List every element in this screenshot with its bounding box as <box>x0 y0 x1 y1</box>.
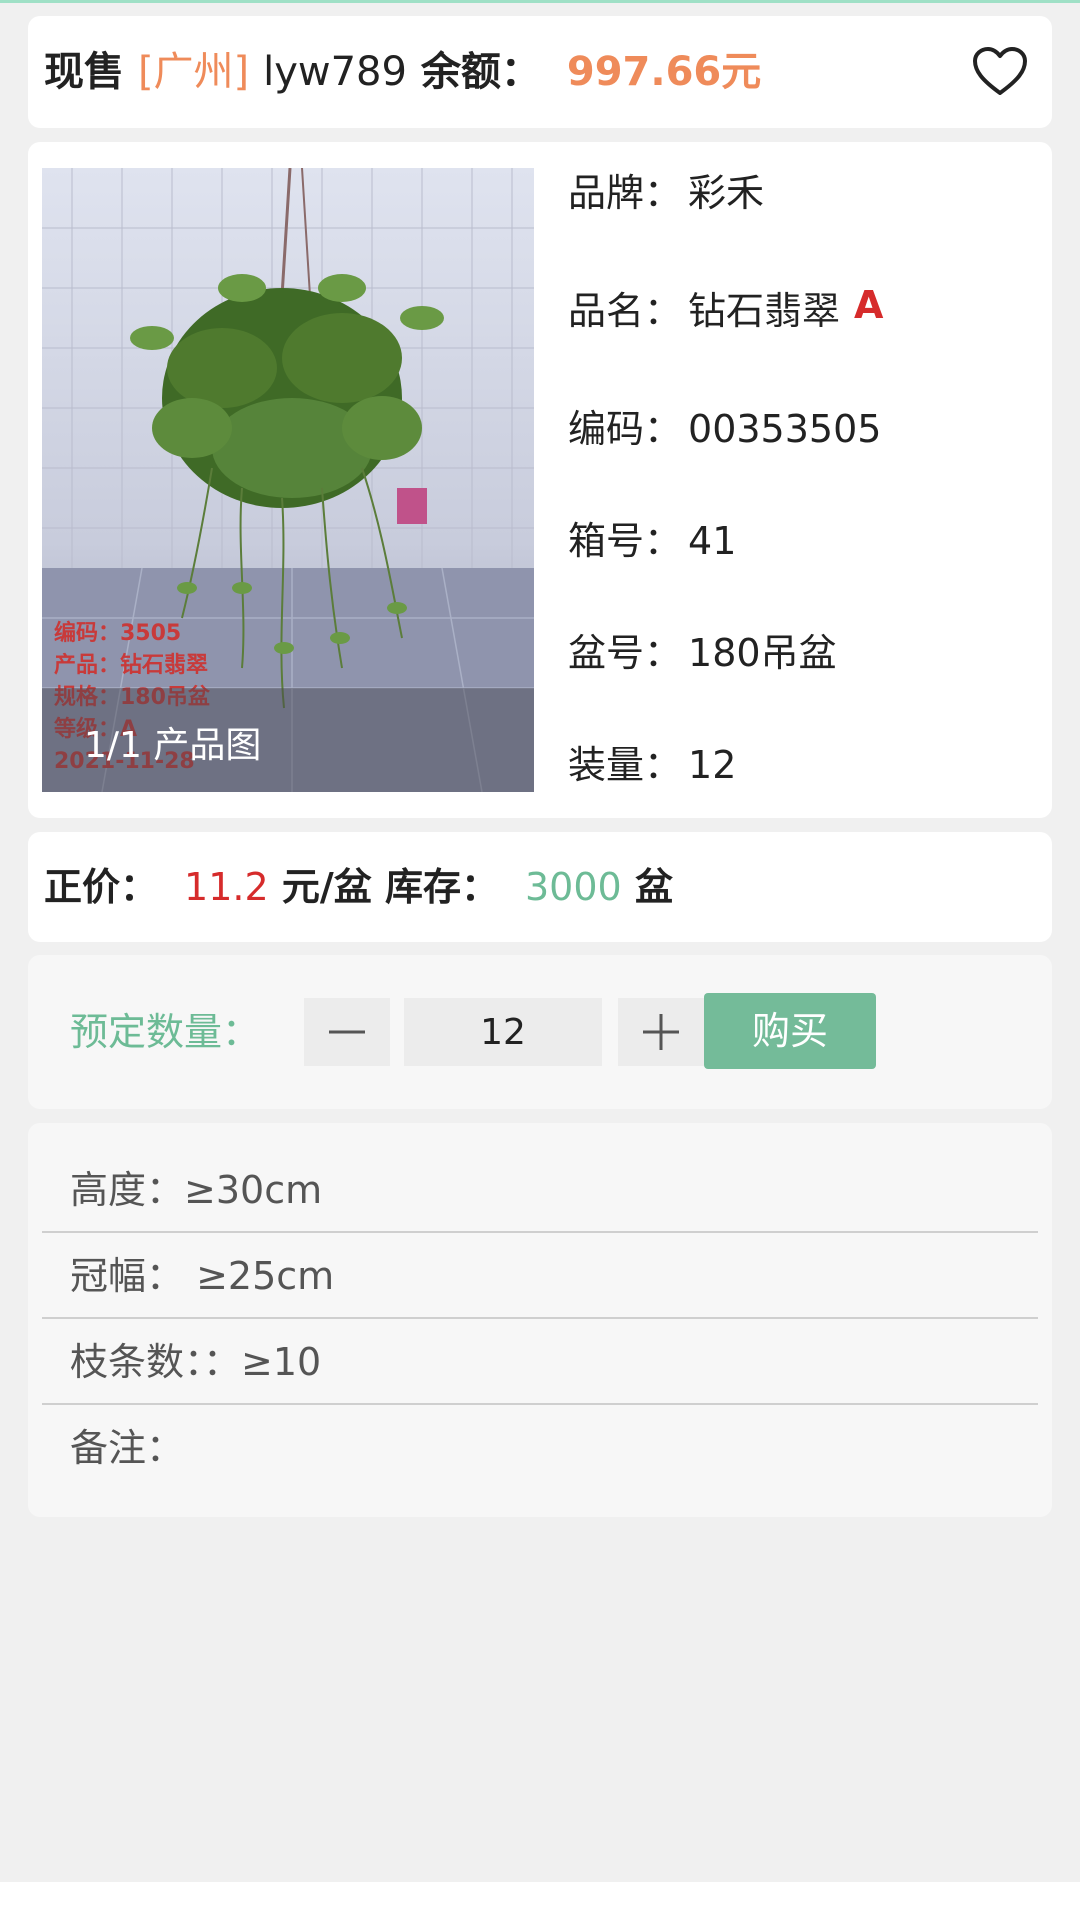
attr-label: 冠幅： <box>70 1254 185 1298</box>
spec-value: 彩禾 <box>688 171 765 215</box>
photo-caption-bar: 1/1 产品图 <box>42 688 534 792</box>
spec-brand: 品牌： 彩禾 <box>568 168 764 218</box>
spec-value: 00353505 <box>688 407 882 451</box>
spec-label: 盆号： <box>568 631 683 675</box>
top-accent-line <box>0 0 1080 3</box>
spec-label: 装量： <box>568 743 683 787</box>
spec-label: 编码： <box>568 407 683 451</box>
quantity-input[interactable] <box>404 998 602 1066</box>
sale-type: 现售 <box>44 49 124 95</box>
spec-quantity: 装量： 12 <box>568 740 736 790</box>
spec-value: 41 <box>688 519 737 563</box>
attr-label: 备注： <box>70 1426 185 1470</box>
attr-label: 高度： <box>70 1168 185 1212</box>
spec-label: 品牌： <box>568 171 683 215</box>
attr-branch-count: 枝条数：：≥10 <box>42 1319 1038 1405</box>
bottom-bar <box>0 1882 1080 1920</box>
grade-badge: A <box>854 283 884 327</box>
stock-label: 库存： <box>384 865 499 909</box>
decrease-quantity-button[interactable] <box>304 998 390 1066</box>
attr-value: ：≥10 <box>203 1340 322 1384</box>
spec-code: 编码： 00353505 <box>568 404 881 454</box>
attr-crown-width: 冠幅： ≥25cm <box>42 1233 1038 1319</box>
price-value: 11.2 <box>184 865 269 909</box>
spec-pot: 盆号： 180吊盆 <box>568 628 837 678</box>
order-card: 预定数量： 购买 <box>28 955 1052 1109</box>
city-tag: [广州] <box>137 49 250 95</box>
attr-height: 高度：≥30cm <box>42 1147 1038 1233</box>
favorite-button[interactable] <box>972 46 1028 98</box>
price-info: 正价： 11.2 元/盆 库存： 3000 盆 <box>44 832 673 942</box>
quantity-label: 预定数量： <box>70 1010 261 1054</box>
heart-outline-icon <box>973 47 1027 95</box>
attr-label: 枝条数： <box>70 1340 204 1384</box>
balance-value: 997.66元 <box>566 49 762 95</box>
spec-value: 12 <box>688 743 737 787</box>
buy-button[interactable]: 购买 <box>704 993 876 1069</box>
product-card: 编码：3505 产品：钻石翡翠 规格：180吊盆 等级：A 2021-11-28… <box>28 142 1052 818</box>
increase-quantity-button[interactable] <box>618 998 704 1066</box>
header-info: 现售 [广州] lyw789 余额： 997.66元 <box>44 16 761 128</box>
price-card: 正价： 11.2 元/盆 库存： 3000 盆 <box>28 832 1052 942</box>
product-photo[interactable]: 编码：3505 产品：钻石翡翠 规格：180吊盆 等级：A 2021-11-28… <box>42 168 534 792</box>
price-unit: 元/盆 <box>281 865 372 909</box>
stock-value: 3000 <box>525 865 622 909</box>
spec-value: 钻石翡翠 <box>688 289 841 333</box>
watermark-line-1: 编码：3505 <box>54 620 181 646</box>
spec-label: 品名： <box>568 289 683 333</box>
spec-name: 品名： 钻石翡翠 A <box>568 283 884 336</box>
spec-box: 箱号： 41 <box>568 516 736 566</box>
plus-icon <box>643 1014 679 1050</box>
header-card: 现售 [广州] lyw789 余额： 997.66元 <box>28 16 1052 128</box>
spec-value: 180吊盆 <box>688 631 837 675</box>
price-label: 正价： <box>44 865 159 909</box>
spec-label: 箱号： <box>568 519 683 563</box>
minus-icon <box>329 1030 365 1034</box>
photo-caption: 1/1 产品图 <box>84 725 262 766</box>
watermark-line-2: 产品：钻石翡翠 <box>54 652 208 678</box>
attributes-card: 高度：≥30cm 冠幅： ≥25cm 枝条数：：≥10 备注： <box>28 1123 1052 1517</box>
username: lyw789 <box>263 49 407 95</box>
stock-unit: 盆 <box>634 865 673 909</box>
attr-value: ≥25cm <box>184 1254 335 1298</box>
attr-remarks: 备注： <box>42 1405 1038 1491</box>
attr-value: ≥30cm <box>184 1168 323 1212</box>
balance-label: 余额： <box>420 49 541 95</box>
